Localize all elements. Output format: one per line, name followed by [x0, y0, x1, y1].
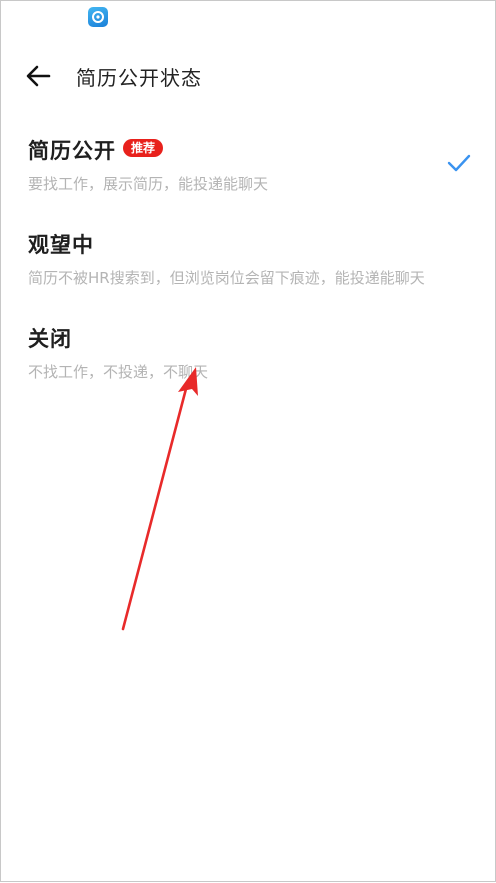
option-description: 要找工作，展示简历，能投递能聊天 — [28, 175, 269, 193]
app-logo-icon — [88, 7, 108, 27]
option-title: 简历公开 — [28, 139, 116, 163]
recommend-badge: 推荐 — [123, 139, 164, 157]
option-public[interactable]: 简历公开 推荐 要找工作，展示简历，能投递能聊天 — [1, 135, 495, 221]
arrow-left-icon — [26, 65, 51, 87]
toolbar: 简历公开状态 — [1, 51, 495, 101]
option-closed[interactable]: 关闭 不找工作，不投递，不聊天 — [1, 323, 495, 409]
annotation-arrow — [121, 367, 198, 631]
option-description: 简历不被HR搜索到，但浏览岗位会留下痕迹，能投递能聊天 — [28, 269, 425, 287]
status-bar — [1, 1, 495, 37]
page-title: 简历公开状态 — [76, 66, 202, 90]
option-title: 观望中 — [28, 233, 94, 257]
back-button[interactable] — [21, 61, 55, 91]
option-description: 不找工作，不投递，不聊天 — [28, 363, 209, 381]
check-icon — [447, 154, 471, 172]
option-title: 关闭 — [28, 327, 72, 351]
option-watching[interactable]: 观望中 简历不被HR搜索到，但浏览岗位会留下痕迹，能投递能聊天 — [1, 229, 495, 315]
